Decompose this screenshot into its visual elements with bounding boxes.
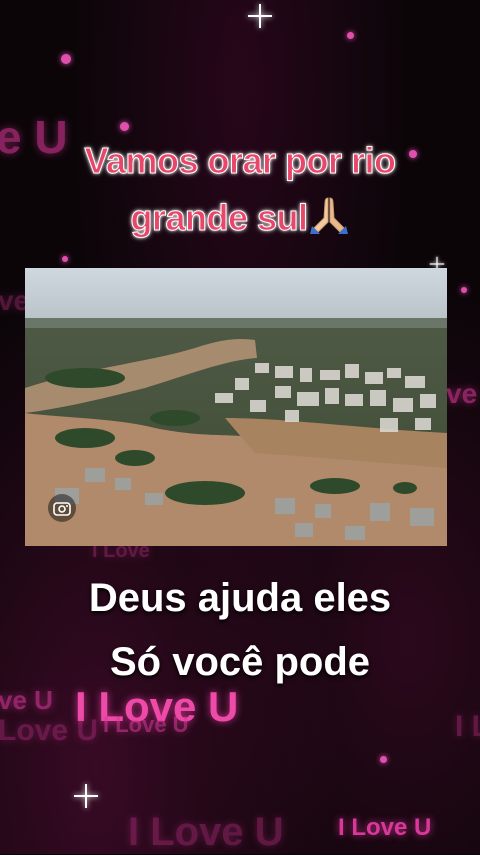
- bg-love-text: I Love U: [338, 814, 432, 841]
- glow-dot: [120, 122, 129, 131]
- bg-love-text: ve: [446, 378, 478, 409]
- headline-line-2-text: grande sul: [130, 197, 309, 239]
- glow-dot: [461, 287, 467, 293]
- camera-lens-icon: [53, 502, 71, 516]
- caption-line-1: Deus ajuda eles: [88, 576, 392, 620]
- headline-line-2: grande sul: [0, 196, 480, 239]
- bg-love-text: I Love U: [103, 712, 189, 737]
- flood-aerial-photo: [25, 268, 447, 546]
- bg-love-text: Love U: [0, 714, 99, 747]
- glow-dot: [380, 756, 387, 763]
- glow-dot: [347, 32, 354, 39]
- headline-line-1: Vamos orar por rio: [84, 140, 397, 182]
- glow-dot: [61, 54, 71, 64]
- bg-love-text: I Love U: [128, 810, 284, 854]
- praying-hands-icon: [308, 196, 350, 234]
- sparkle-icon: [74, 784, 98, 808]
- caption-line-2: Só você pode: [109, 640, 371, 684]
- glow-dot: [62, 256, 68, 262]
- bg-love-text: I Love U: [455, 710, 480, 743]
- sparkle-icon: [248, 4, 272, 28]
- bg-love-text: ve U: [0, 685, 53, 715]
- lens-button[interactable]: [48, 494, 76, 522]
